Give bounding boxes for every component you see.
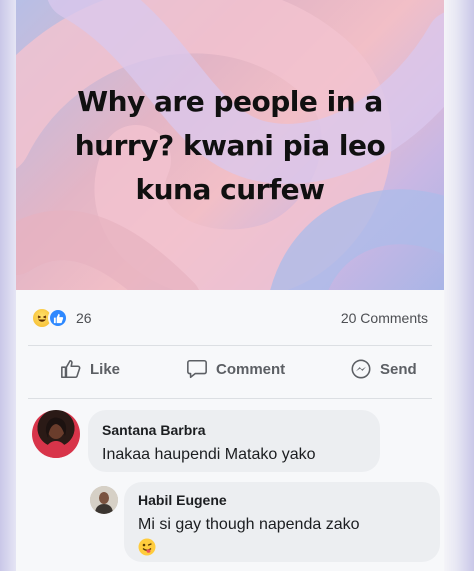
post-background-image[interactable]: Why are people in a hurry? kwani pia leo… [16, 0, 444, 290]
profile-photo [44, 417, 68, 458]
comment-bubble[interactable]: Santana Barbra Inakaa haupendi Matako ya… [88, 410, 380, 472]
like-button[interactable]: Like [60, 358, 120, 380]
comment-button[interactable]: Comment [186, 358, 285, 380]
winking-tongue-emoji-icon [138, 538, 156, 563]
messenger-icon [351, 359, 371, 379]
send-label: Send [380, 360, 417, 378]
divider [28, 398, 432, 399]
avatar[interactable] [90, 486, 118, 514]
divider [28, 345, 432, 346]
post-card: Why are people in a hurry? kwani pia leo… [16, 0, 444, 571]
comment-author[interactable]: Santana Barbra [102, 422, 366, 438]
comments-count-link[interactable]: 20 Comments [341, 310, 428, 326]
comment-bubble[interactable]: Habil Eugene Mi si gay though napenda za… [124, 482, 440, 562]
like-reaction-icon [48, 308, 68, 328]
avatar[interactable] [32, 410, 80, 458]
comment-text-body: Mi si gay though napenda zako [138, 516, 360, 533]
thumbs-up-icon [61, 359, 81, 379]
comment-bubble-icon [187, 359, 207, 379]
reactions-bar: 26 20 Comments [16, 300, 444, 336]
send-button[interactable]: Send [350, 358, 417, 380]
like-label: Like [90, 360, 121, 378]
comment-author[interactable]: Habil Eugene [138, 492, 426, 508]
reactions-summary[interactable]: 26 [32, 308, 92, 328]
profile-photo [90, 486, 118, 514]
reaction-count: 26 [76, 310, 92, 326]
post-actions: Like Comment Send [16, 350, 444, 394]
comment-label: Comment [216, 360, 286, 378]
comment-text: Mi si gay though napenda zako [138, 514, 426, 563]
comment-text: Inakaa haupendi Matako yako [102, 446, 316, 463]
post-text: Why are people in a hurry? kwani pia leo… [74, 85, 386, 206]
